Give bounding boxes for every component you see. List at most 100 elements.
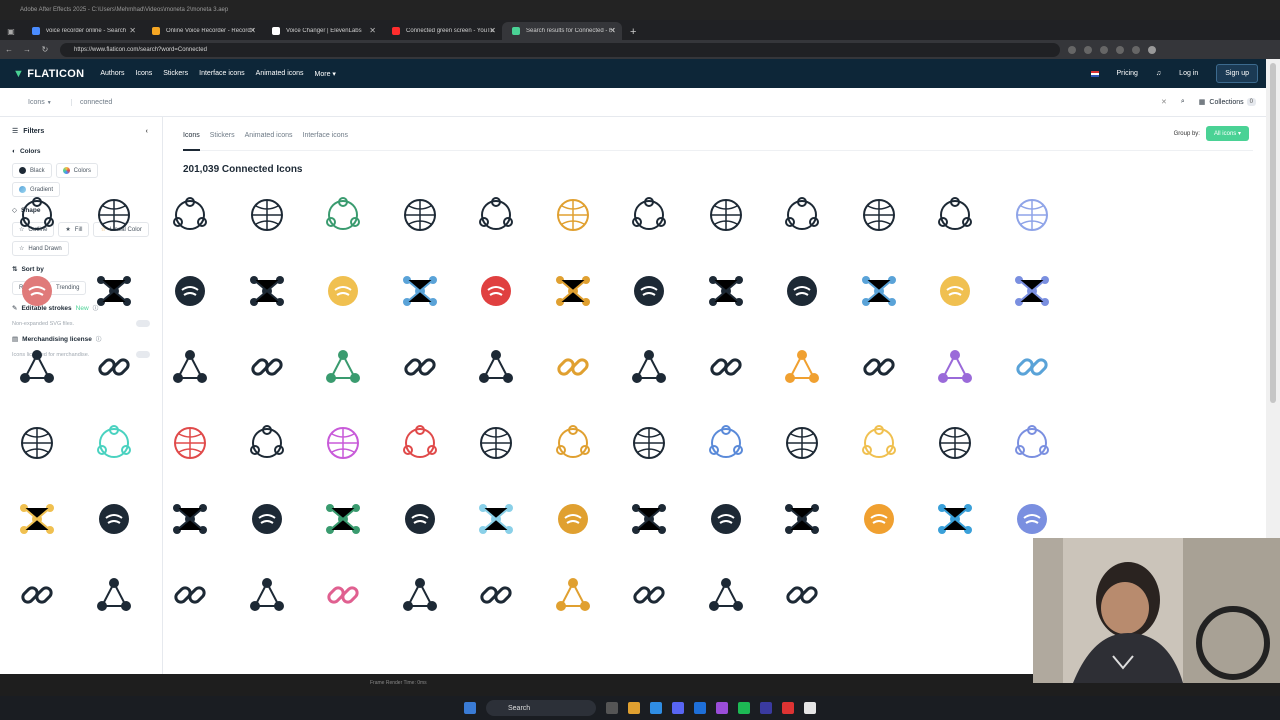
app-icon[interactable] — [716, 702, 728, 714]
gold-link-icon[interactable] — [552, 194, 594, 236]
people-circle-icon[interactable] — [1011, 346, 1053, 388]
people-grid-icon[interactable] — [1011, 422, 1053, 464]
hierarchy-icon[interactable] — [322, 194, 364, 236]
app-icon[interactable] — [694, 702, 706, 714]
no-wifi-icon[interactable] — [781, 574, 823, 616]
network-people-icon[interactable] — [16, 194, 58, 236]
spotify-icon[interactable] — [738, 702, 750, 714]
extension-icon[interactable] — [1084, 45, 1092, 54]
search-input[interactable]: connected — [80, 99, 112, 106]
blue-web-icon[interactable] — [1011, 194, 1053, 236]
color-person-icon[interactable] — [169, 422, 211, 464]
shape-chip-hand-drawn[interactable]: ☆ Hand Drawn — [12, 241, 69, 256]
search-icon[interactable]: ⌕ — [1181, 98, 1185, 106]
app-icon[interactable] — [672, 702, 684, 714]
info-icon[interactable]: ⓘ — [96, 335, 102, 343]
gear-net-icon[interactable] — [858, 498, 900, 540]
plug-icon[interactable] — [169, 346, 211, 388]
bold-people-icon[interactable] — [628, 346, 670, 388]
triangle-people-icon[interactable] — [399, 194, 441, 236]
org-chart-icon[interactable] — [705, 194, 747, 236]
back-icon[interactable]: ← — [0, 45, 18, 54]
browser-tab[interactable]: Connected green screen - YouTub ✕ — [382, 22, 502, 40]
bold-plug-icon[interactable] — [552, 574, 594, 616]
broken-link-icon[interactable] — [93, 270, 135, 312]
bold-link-icon[interactable] — [169, 498, 211, 540]
globe-network-icon[interactable] — [93, 194, 135, 236]
color-nodes-icon[interactable] — [934, 346, 976, 388]
cycle-icon[interactable] — [322, 498, 364, 540]
blue-link-icon[interactable] — [705, 422, 747, 464]
cut-link-icon[interactable] — [16, 574, 58, 616]
team-bold-icon[interactable] — [705, 498, 747, 540]
spiky-net-icon[interactable] — [475, 574, 517, 616]
speaker-icon[interactable] — [16, 498, 58, 540]
hands-icon[interactable] — [858, 346, 900, 388]
qr-network-icon[interactable] — [322, 346, 364, 388]
notification-bell-icon[interactable]: ♫ — [1156, 70, 1161, 77]
map-nodes-icon[interactable] — [399, 422, 441, 464]
hexagon-network-icon[interactable] — [781, 194, 823, 236]
handshake-icon[interactable] — [322, 270, 364, 312]
circle-nodes-icon[interactable] — [858, 194, 900, 236]
laptop-net-icon[interactable] — [934, 498, 976, 540]
nav-authors[interactable]: Authors — [100, 70, 124, 77]
updown-icon[interactable] — [246, 498, 288, 540]
login-link[interactable]: Log in — [1179, 70, 1198, 77]
taskbar-search[interactable]: Search — [486, 700, 596, 716]
sun-network-icon[interactable] — [628, 498, 670, 540]
extension-icon[interactable] — [1100, 45, 1108, 54]
wifi-circle-icon[interactable] — [475, 194, 517, 236]
extension-icon[interactable] — [1116, 45, 1124, 54]
small-hub-icon[interactable] — [552, 346, 594, 388]
start-icon[interactable] — [464, 702, 476, 714]
after-effects-icon[interactable] — [760, 702, 772, 714]
people-ring-icon[interactable] — [16, 270, 58, 312]
close-tab-icon[interactable]: ✕ — [609, 26, 616, 35]
molecule-icon[interactable] — [628, 270, 670, 312]
plug-color-icon[interactable] — [781, 346, 823, 388]
network-x2-icon[interactable] — [1011, 498, 1053, 540]
users-icon[interactable] — [934, 194, 976, 236]
globe-icon[interactable] — [246, 422, 288, 464]
outline-link-icon[interactable] — [934, 422, 976, 464]
puzzle-hands-icon[interactable] — [628, 422, 670, 464]
presenter-icon[interactable] — [858, 422, 900, 464]
flow-icon[interactable] — [93, 498, 135, 540]
tab-interface-icons[interactable]: Interface icons — [303, 132, 349, 150]
nav-icons[interactable]: Icons — [136, 70, 153, 77]
globe-outline-icon[interactable] — [705, 574, 747, 616]
nav-stickers[interactable]: Stickers — [163, 70, 188, 77]
plug-outline-icon[interactable] — [93, 574, 135, 616]
extension-icon[interactable] — [1132, 45, 1140, 54]
color-link-icon[interactable] — [934, 270, 976, 312]
close-tab-icon[interactable]: ✕ — [489, 26, 496, 35]
edge-icon[interactable] — [650, 702, 662, 714]
purple-hex-icon[interactable] — [322, 422, 364, 464]
tab-actions-icon[interactable]: ▣ — [0, 22, 22, 40]
close-tab-icon[interactable]: ✕ — [369, 26, 376, 35]
browser-tab[interactable]: Online Voice Recorder - Record V ✕ — [142, 22, 262, 40]
search-type-select[interactable]: Icons ▼ — [28, 98, 72, 106]
color-chip-black[interactable]: Black — [12, 163, 52, 178]
us-flag-icon[interactable] — [1090, 70, 1099, 77]
chrome-icon[interactable] — [804, 702, 816, 714]
browser-tab[interactable]: voice recorder online - Search ✕ — [22, 22, 142, 40]
signup-button[interactable]: Sign up — [1216, 64, 1258, 83]
outline-hub-icon[interactable] — [475, 422, 517, 464]
chain-link-bold-icon[interactable] — [246, 194, 288, 236]
close-tab-icon[interactable]: ✕ — [129, 26, 136, 35]
network-x-icon[interactable] — [93, 346, 135, 388]
no-signal-icon[interactable] — [781, 498, 823, 540]
chain-link-icon[interactable] — [169, 194, 211, 236]
people-triangle-icon[interactable] — [552, 422, 594, 464]
reload-icon[interactable]: ↻ — [36, 45, 54, 54]
close-tab-icon[interactable]: ✕ — [249, 26, 256, 35]
collections-button[interactable]: ▦ Collections 0 — [1199, 98, 1256, 106]
nav-animated-icons[interactable]: Animated icons — [256, 70, 304, 77]
nav-more[interactable]: More ▾ — [315, 70, 336, 78]
clear-search-icon[interactable]: ✕ — [1161, 98, 1167, 106]
tree-icon[interactable] — [781, 422, 823, 464]
star-network-icon[interactable] — [781, 270, 823, 312]
task-view-icon[interactable] — [606, 702, 618, 714]
